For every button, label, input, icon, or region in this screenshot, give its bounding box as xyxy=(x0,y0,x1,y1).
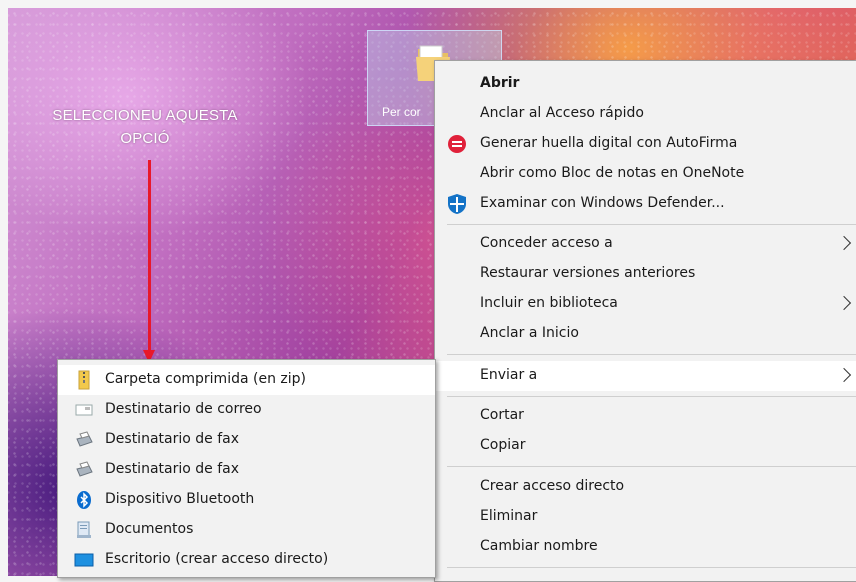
chevron-right-icon xyxy=(836,295,852,311)
annotation-line-2: OPCIÓ xyxy=(120,130,170,147)
annotation-arrow xyxy=(148,160,151,354)
autofirma-icon xyxy=(448,135,466,153)
mail-recipient-icon xyxy=(75,404,93,416)
fax-icon xyxy=(76,431,93,447)
submenu-item-label: Dispositivo Bluetooth xyxy=(105,491,255,507)
submenu-item-escritorio[interactable]: Escritorio (crear acceso directo) xyxy=(58,545,435,575)
chevron-right-icon xyxy=(836,235,852,251)
menu-item-label: Examinar con Windows Defender... xyxy=(480,195,725,211)
menu-item-abrir[interactable]: Abrir xyxy=(435,69,856,99)
menu-item-label: Anclar a Inicio xyxy=(480,325,579,341)
menu-separator xyxy=(447,466,856,467)
submenu-item-mail[interactable]: Destinatario de correo xyxy=(58,395,435,425)
menu-item-label: Conceder acceso a xyxy=(480,235,613,251)
menu-item-onenote[interactable]: Abrir como Bloc de notas en OneNote xyxy=(435,159,856,189)
documents-icon xyxy=(77,521,91,538)
menu-item-label: Abrir como Bloc de notas en OneNote xyxy=(480,165,745,181)
instruction-annotation: SELECCIONEU AQUESTA OPCIÓ xyxy=(30,104,260,150)
submenu-item-label: Documentos xyxy=(105,521,194,537)
menu-item-cortar[interactable]: Cortar xyxy=(435,401,856,431)
menu-item-conceder-acceso[interactable]: Conceder acceso a xyxy=(435,229,856,259)
submenu-item-fax-1[interactable]: Destinatario de fax xyxy=(58,425,435,455)
chevron-right-icon xyxy=(836,367,852,383)
submenu-item-label: Carpeta comprimida (en zip) xyxy=(105,371,306,387)
menu-item-label: Incluir en biblioteca xyxy=(480,295,618,311)
submenu-item-zip[interactable]: Carpeta comprimida (en zip) xyxy=(58,365,435,395)
menu-item-crear-acceso-directo[interactable]: Crear acceso directo xyxy=(435,472,856,502)
annotation-line-1: SELECCIONEU AQUESTA xyxy=(52,107,238,124)
bluetooth-icon xyxy=(77,491,91,509)
menu-item-cambiar-nombre[interactable]: Cambiar nombre xyxy=(435,532,856,562)
menu-item-label: Abrir xyxy=(480,75,520,91)
menu-item-label: Cortar xyxy=(480,407,524,423)
submenu-item-fax-2[interactable]: Destinatario de fax xyxy=(58,455,435,485)
menu-item-label: Anclar al Acceso rápido xyxy=(480,105,644,121)
submenu-item-label: Destinatario de correo xyxy=(105,401,262,417)
menu-item-anclar-inicio[interactable]: Anclar a Inicio xyxy=(435,319,856,349)
submenu-item-documentos[interactable]: Documentos xyxy=(58,515,435,545)
menu-separator xyxy=(447,567,856,568)
windows-defender-icon xyxy=(448,194,466,214)
submenu-item-label: Destinatario de fax xyxy=(105,461,239,477)
menu-item-label: Cambiar nombre xyxy=(480,538,598,554)
menu-separator xyxy=(447,354,856,355)
menu-item-eliminar[interactable]: Eliminar xyxy=(435,502,856,532)
desktop-icon xyxy=(74,553,94,567)
menu-item-autofirma[interactable]: Generar huella digital con AutoFirma xyxy=(435,129,856,159)
fax-icon xyxy=(76,461,93,477)
submenu-item-label: Destinatario de fax xyxy=(105,431,239,447)
menu-item-enviar-a[interactable]: Enviar a xyxy=(435,361,856,391)
menu-item-label: Enviar a xyxy=(480,367,538,383)
menu-item-label: Generar huella digital con AutoFirma xyxy=(480,135,738,151)
menu-item-windows-defender[interactable]: Examinar con Windows Defender... xyxy=(435,189,856,219)
submenu-item-label: Escritorio (crear acceso directo) xyxy=(105,551,329,567)
menu-item-label: Crear acceso directo xyxy=(480,478,625,494)
menu-item-incluir-biblioteca[interactable]: Incluir en biblioteca xyxy=(435,289,856,319)
menu-item-restaurar-versiones[interactable]: Restaurar versiones anteriores xyxy=(435,259,856,289)
menu-item-label: Eliminar xyxy=(480,508,538,524)
menu-item-label: Copiar xyxy=(480,437,526,453)
send-to-submenu: Carpeta comprimida (en zip) Destinatario… xyxy=(57,359,436,578)
menu-separator xyxy=(447,396,856,397)
folder-label: Per cor xyxy=(382,105,421,119)
submenu-item-bluetooth[interactable]: Dispositivo Bluetooth xyxy=(58,485,435,515)
menu-item-label: Restaurar versiones anteriores xyxy=(480,265,696,281)
zip-folder-icon xyxy=(78,370,90,390)
menu-separator xyxy=(447,224,856,225)
menu-item-copiar[interactable]: Copiar xyxy=(435,431,856,461)
menu-item-anclar-acceso-rapido[interactable]: Anclar al Acceso rápido xyxy=(435,99,856,129)
context-menu: Abrir Anclar al Acceso rápido Generar hu… xyxy=(434,60,856,582)
